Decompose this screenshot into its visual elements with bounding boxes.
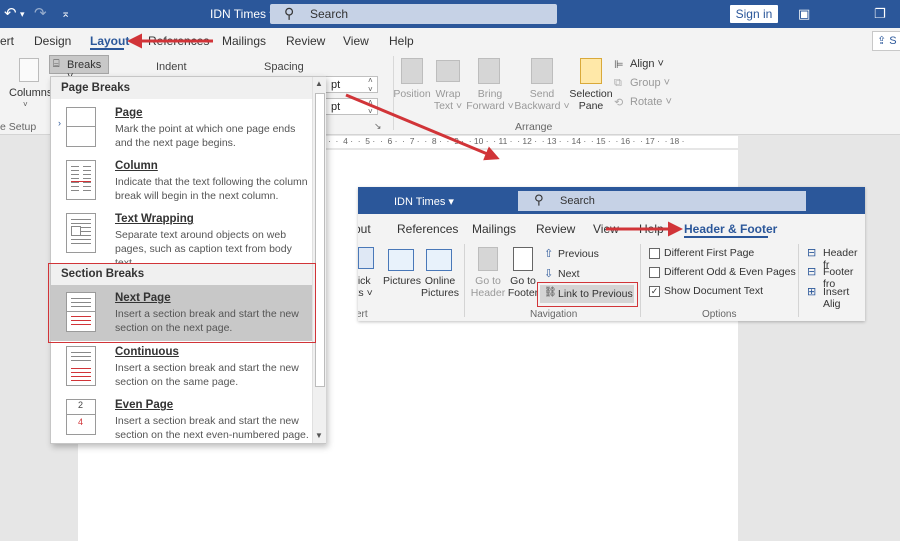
- arrow-to-inset: [345, 93, 500, 161]
- annotation-arrows: [127, 33, 683, 237]
